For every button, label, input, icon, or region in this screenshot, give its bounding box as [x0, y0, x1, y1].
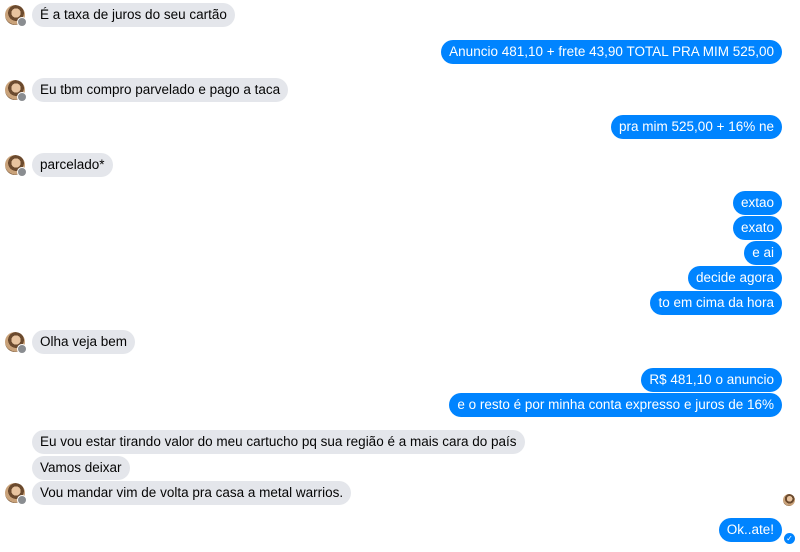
message-row: Ok..ate! ✓: [0, 518, 800, 546]
outgoing-message[interactable]: to em cima da hora: [650, 291, 782, 315]
outgoing-message[interactable]: R$ 481,10 o anuncio: [641, 368, 782, 392]
message-row: to em cima da hora: [0, 291, 800, 319]
message-row: exato: [0, 216, 800, 244]
incoming-message[interactable]: Eu vou estar tirando valor do meu cartuc…: [32, 430, 525, 454]
incoming-message[interactable]: Vou mandar vim de volta pra casa a metal…: [32, 481, 352, 505]
message-row: Vamos deixar: [0, 456, 800, 484]
message-row: Olha veja bem: [0, 330, 800, 358]
outgoing-message[interactable]: extao: [732, 191, 782, 215]
message-row: Eu vou estar tirando valor do meu cartuc…: [0, 430, 800, 458]
message-row: extao: [0, 191, 800, 219]
message-row: decide agora: [0, 266, 800, 294]
message-row: Vou mandar vim de volta pra casa a metal…: [0, 481, 800, 509]
outgoing-message[interactable]: pra mim 525,00 + 16% ne: [611, 115, 782, 139]
contact-avatar-icon[interactable]: [5, 155, 27, 177]
incoming-message[interactable]: É a taxa de juros do seu cartão: [32, 3, 235, 27]
outgoing-message[interactable]: Ok..ate!: [718, 518, 782, 542]
outgoing-message[interactable]: decide agora: [687, 266, 782, 290]
incoming-message[interactable]: Olha veja bem: [32, 330, 136, 354]
contact-avatar-icon[interactable]: [5, 332, 27, 354]
message-row: Eu tbm compro parvelado e pago a taca: [0, 78, 800, 106]
incoming-message[interactable]: Vamos deixar: [32, 456, 130, 480]
outgoing-message[interactable]: Anuncio 481,10 + frete 43,90 TOTAL PRA M…: [441, 40, 782, 64]
contact-avatar-icon[interactable]: [5, 483, 27, 505]
message-row: pra mim 525,00 + 16% ne: [0, 115, 800, 143]
contact-avatar-icon[interactable]: [5, 80, 27, 102]
outgoing-message[interactable]: e o resto é por minha conta expresso e j…: [449, 393, 782, 417]
message-row: e ai: [0, 241, 800, 269]
contact-avatar-icon[interactable]: [5, 5, 27, 27]
incoming-message[interactable]: parcelado*: [32, 153, 113, 177]
message-row: É a taxa de juros do seu cartão: [0, 3, 800, 31]
outgoing-message[interactable]: e ai: [744, 241, 782, 265]
outgoing-message[interactable]: exato: [732, 216, 782, 240]
seen-avatar-icon: [783, 494, 795, 506]
message-row: parcelado*: [0, 153, 800, 181]
message-row: R$ 481,10 o anuncio: [0, 368, 800, 396]
message-row: Anuncio 481,10 + frete 43,90 TOTAL PRA M…: [0, 40, 800, 68]
delivered-check-icon: ✓: [784, 533, 795, 544]
message-row: e o resto é por minha conta expresso e j…: [0, 393, 800, 421]
incoming-message[interactable]: Eu tbm compro parvelado e pago a taca: [32, 78, 289, 102]
